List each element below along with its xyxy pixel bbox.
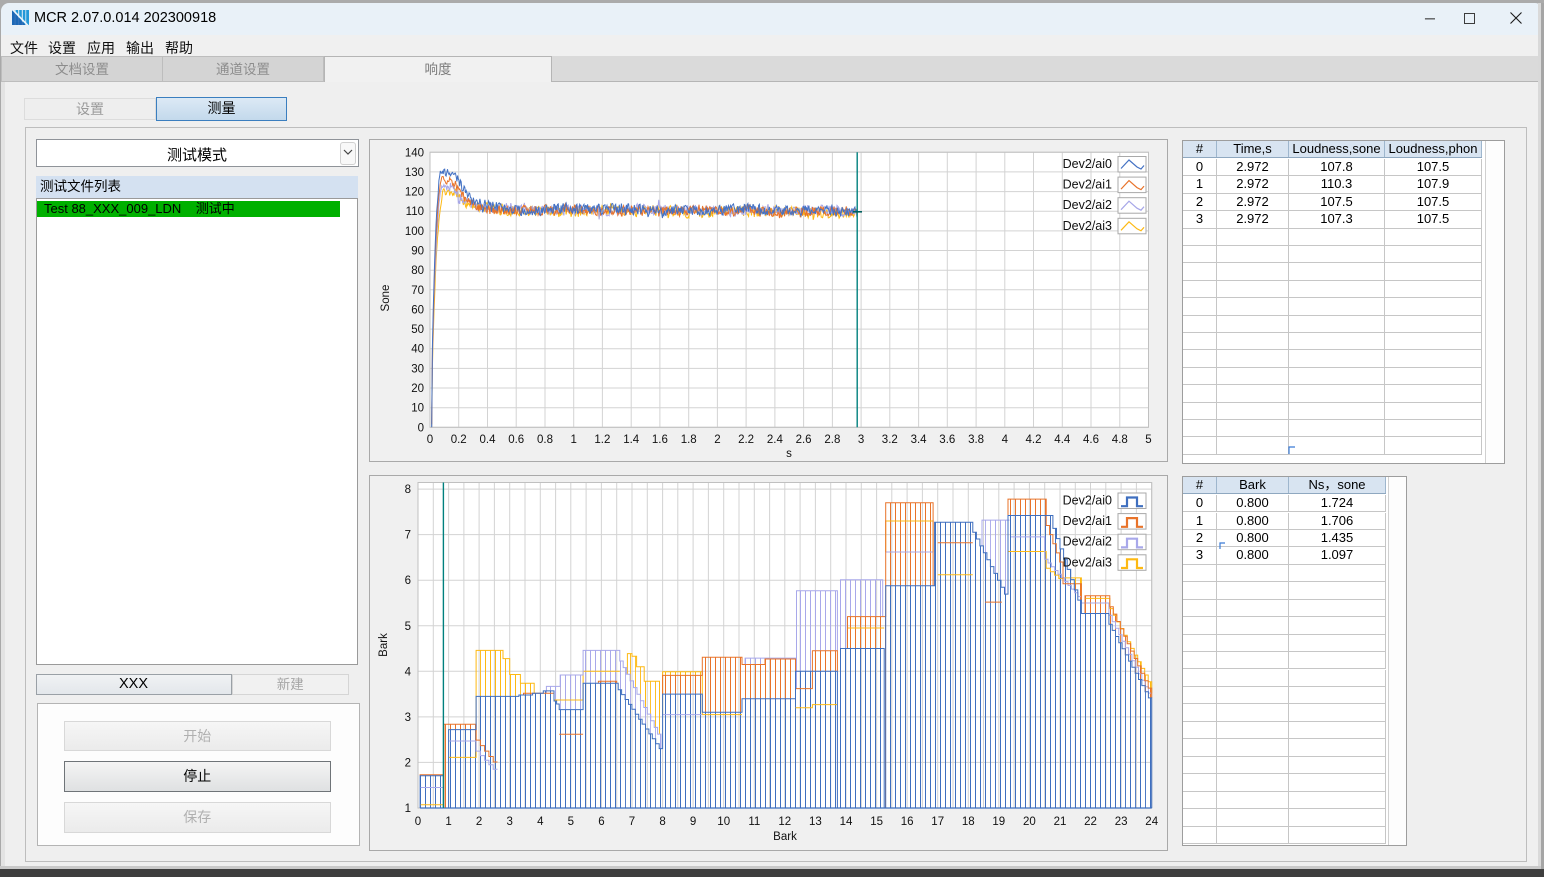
svg-text:2.6: 2.6	[796, 434, 812, 446]
svg-text:4: 4	[537, 816, 544, 828]
svg-text:6: 6	[405, 575, 411, 587]
svg-text:5: 5	[405, 620, 411, 632]
svg-text:15: 15	[870, 816, 883, 828]
svg-text:2.2: 2.2	[738, 434, 754, 446]
svg-text:20: 20	[1023, 816, 1036, 828]
svg-text:9: 9	[690, 816, 696, 828]
svg-text:16: 16	[901, 816, 914, 828]
svg-text:4.6: 4.6	[1083, 434, 1099, 446]
svg-text:0.4: 0.4	[480, 434, 497, 446]
svg-text:Dev2/ai0: Dev2/ai0	[1063, 493, 1112, 507]
svg-text:4.8: 4.8	[1112, 434, 1128, 446]
svg-text:5: 5	[1145, 434, 1151, 446]
svg-text:4: 4	[405, 666, 412, 678]
svg-text:Sone: Sone	[380, 285, 392, 312]
svg-text:Dev2/ai3: Dev2/ai3	[1063, 555, 1112, 569]
svg-text:Dev2/ai0: Dev2/ai0	[1063, 157, 1112, 171]
svg-text:Dev2/ai1: Dev2/ai1	[1063, 514, 1112, 528]
svg-text:4.4: 4.4	[1054, 434, 1071, 446]
svg-text:Bark: Bark	[773, 831, 797, 843]
svg-text:140: 140	[405, 147, 424, 159]
svg-text:0.6: 0.6	[508, 434, 524, 446]
svg-text:19: 19	[992, 816, 1005, 828]
svg-text:1.2: 1.2	[594, 434, 610, 446]
svg-text:8: 8	[659, 816, 665, 828]
svg-text:10: 10	[717, 816, 730, 828]
svg-text:70: 70	[411, 285, 424, 297]
svg-text:11: 11	[748, 816, 760, 828]
svg-text:3: 3	[405, 711, 411, 723]
svg-text:0.8: 0.8	[537, 434, 553, 446]
svg-text:3.2: 3.2	[882, 434, 898, 446]
svg-text:60: 60	[411, 304, 424, 316]
svg-text:7: 7	[629, 816, 635, 828]
svg-text:130: 130	[405, 167, 424, 179]
svg-text:3.4: 3.4	[911, 434, 928, 446]
svg-text:Dev2/ai2: Dev2/ai2	[1063, 198, 1112, 212]
svg-text:2: 2	[714, 434, 720, 446]
svg-text:3.6: 3.6	[939, 434, 955, 446]
svg-text:80: 80	[411, 265, 424, 277]
svg-text:18: 18	[962, 816, 975, 828]
svg-text:Dev2/ai3: Dev2/ai3	[1063, 219, 1112, 233]
svg-text:3: 3	[858, 434, 864, 446]
svg-text:50: 50	[411, 324, 424, 336]
svg-text:13: 13	[809, 816, 822, 828]
svg-text:100: 100	[405, 226, 424, 238]
svg-text:1.4: 1.4	[623, 434, 640, 446]
svg-text:8: 8	[405, 484, 411, 496]
svg-text:30: 30	[411, 363, 424, 375]
svg-text:3.8: 3.8	[968, 434, 984, 446]
svg-text:1.8: 1.8	[681, 434, 697, 446]
svg-text:2: 2	[405, 757, 411, 769]
svg-text:14: 14	[840, 816, 853, 828]
svg-text:17: 17	[931, 816, 944, 828]
svg-text:10: 10	[411, 403, 424, 415]
svg-text:20: 20	[411, 383, 424, 395]
svg-text:6: 6	[598, 816, 604, 828]
svg-text:110: 110	[406, 206, 424, 218]
svg-text:1: 1	[445, 816, 451, 828]
svg-text:Bark: Bark	[378, 632, 390, 656]
svg-text:4: 4	[1002, 434, 1009, 446]
svg-text:2.8: 2.8	[824, 434, 840, 446]
svg-text:7: 7	[405, 529, 411, 541]
svg-text:90: 90	[411, 246, 424, 258]
svg-text:24: 24	[1145, 816, 1158, 828]
svg-text:0: 0	[418, 422, 424, 434]
svg-text:2.4: 2.4	[767, 434, 784, 446]
svg-text:23: 23	[1115, 816, 1128, 828]
svg-text:2: 2	[476, 816, 482, 828]
svg-text:0.2: 0.2	[451, 434, 467, 446]
svg-text:22: 22	[1084, 816, 1097, 828]
svg-text:3: 3	[506, 816, 512, 828]
svg-text:40: 40	[411, 344, 424, 356]
svg-text:0: 0	[415, 816, 421, 828]
svg-text:s: s	[786, 448, 792, 460]
svg-text:120: 120	[405, 187, 424, 199]
svg-text:0: 0	[427, 434, 433, 446]
svg-text:Dev2/ai1: Dev2/ai1	[1063, 178, 1112, 192]
svg-text:1: 1	[570, 434, 576, 446]
svg-text:4.2: 4.2	[1026, 434, 1042, 446]
svg-text:21: 21	[1054, 816, 1067, 828]
svg-text:Dev2/ai2: Dev2/ai2	[1063, 534, 1112, 548]
svg-text:12: 12	[778, 816, 791, 828]
svg-text:1: 1	[405, 803, 411, 815]
svg-text:1.6: 1.6	[652, 434, 668, 446]
svg-text:5: 5	[568, 816, 574, 828]
